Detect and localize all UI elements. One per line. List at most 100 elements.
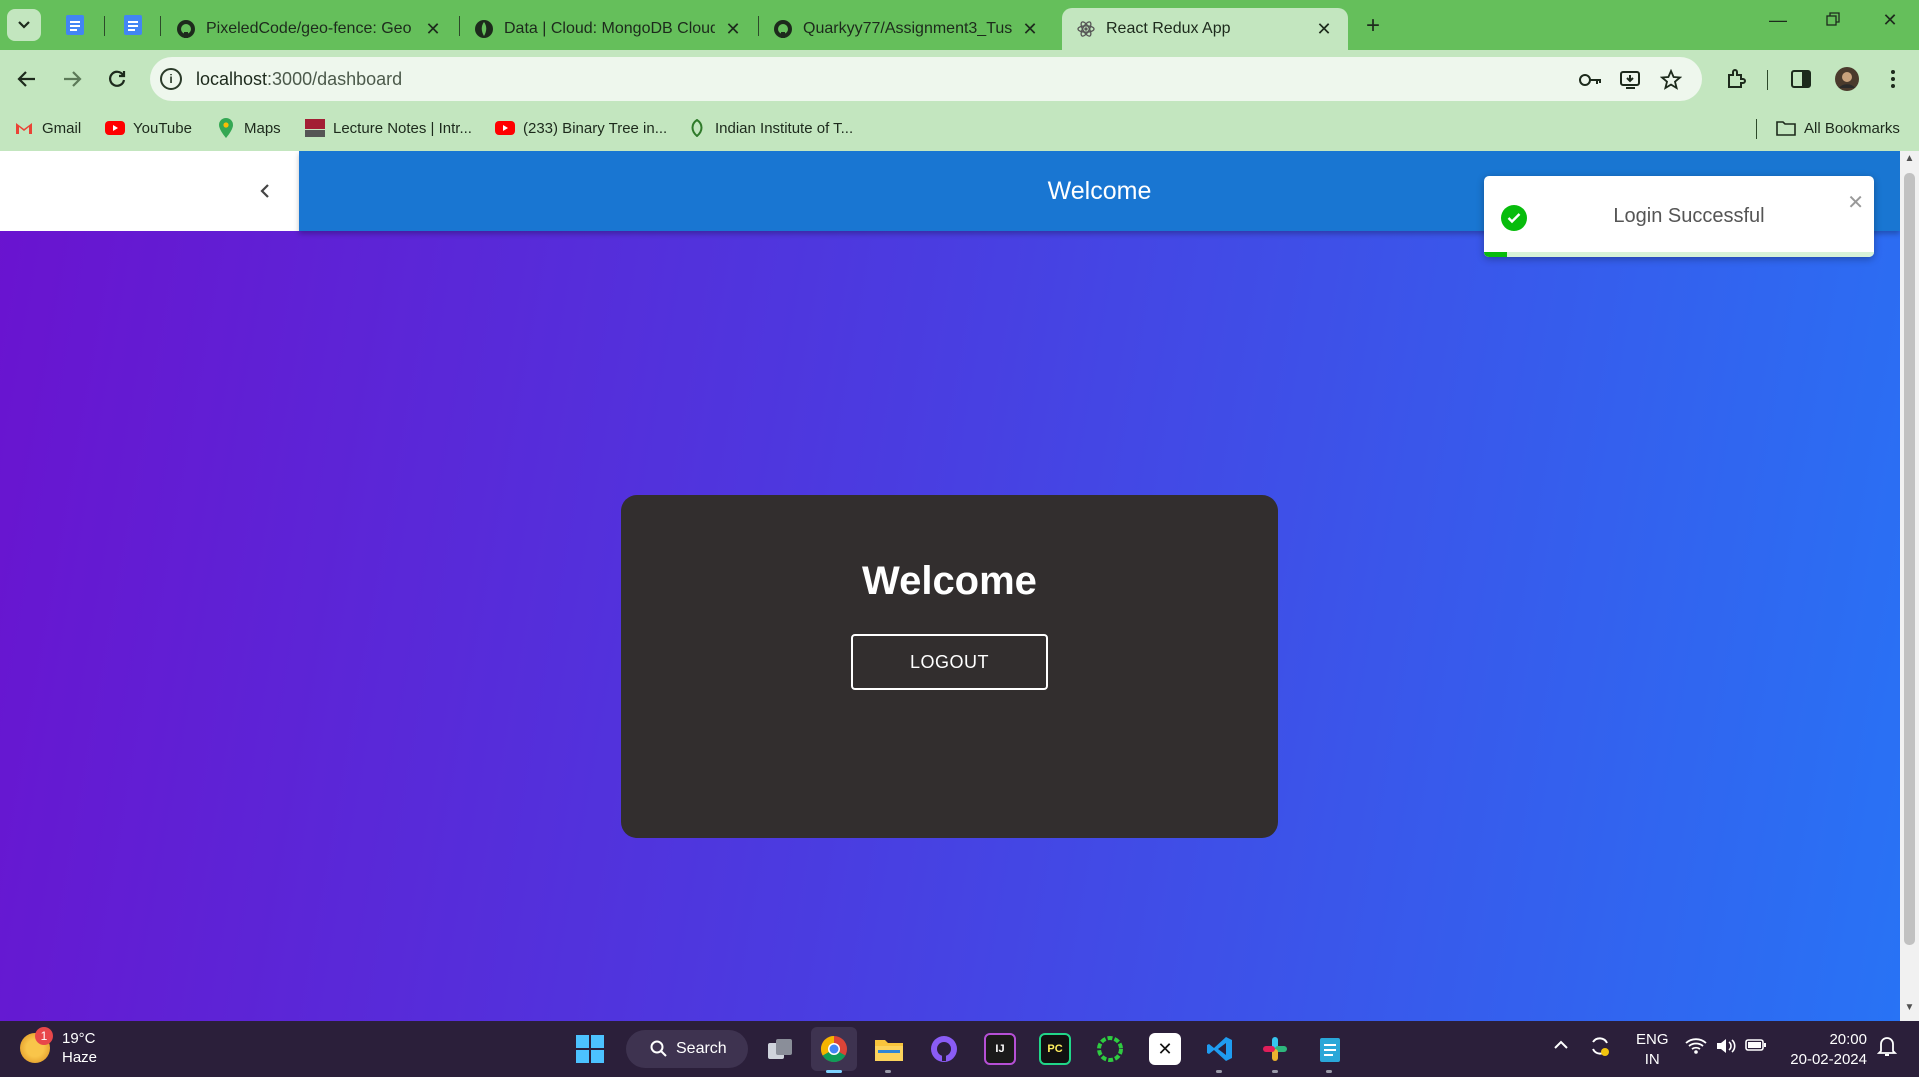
bookmark-gmail[interactable]: Gmail (14, 115, 81, 141)
bookmark-star-icon[interactable] (1658, 68, 1684, 92)
windows-taskbar: 1 19°C Haze Search IJ PC ✕ ENG IN 20:00 … (0, 1021, 1919, 1077)
close-tab-icon[interactable]: ✕ (1314, 19, 1334, 40)
collapse-sidebar-button[interactable] (253, 175, 277, 207)
chrome-icon[interactable] (818, 1033, 850, 1065)
wifi-icon[interactable] (1685, 1037, 1707, 1059)
bookmark-lecture-notes[interactable]: Lecture Notes | Intr... (305, 115, 472, 141)
scrollbar-thumb[interactable] (1904, 173, 1915, 945)
scroll-down-arrow-icon[interactable]: ▼ (1900, 1002, 1919, 1019)
arrow-left-icon (17, 71, 35, 87)
scroll-up-arrow-icon[interactable]: ▲ (1900, 153, 1919, 170)
install-app-icon[interactable] (1618, 68, 1644, 92)
reload-button[interactable] (100, 62, 134, 96)
close-tab-icon[interactable]: ✕ (1020, 19, 1040, 40)
language-code: ENG (1636, 1031, 1669, 1048)
pinned-tab-docs-2[interactable] (120, 12, 146, 38)
weather-temperature: 19°C (62, 1030, 96, 1047)
bookmark-iit[interactable]: Indian Institute of T... (687, 115, 853, 141)
all-bookmarks-button[interactable]: All Bookmarks (1776, 115, 1900, 141)
tab-assignment3[interactable]: Quarkyy77/Assignment3_Tusha ✕ (759, 8, 1054, 50)
language-indicator[interactable]: ENG IN (1636, 1030, 1669, 1070)
capcut-icon[interactable]: ✕ (1149, 1033, 1181, 1065)
check-circle-icon (1501, 205, 1527, 231)
chevron-up-icon[interactable] (1553, 1037, 1569, 1054)
slack-icon[interactable] (1259, 1033, 1291, 1065)
clock-time: 20:00 (1829, 1031, 1867, 1048)
tab-geo-fence[interactable]: PixeledCode/geo-fence: Geo Fe ✕ (162, 8, 457, 50)
bookmark-youtube[interactable]: YouTube (105, 115, 192, 141)
logout-button[interactable]: LOGOUT (851, 634, 1048, 690)
bookmark-label: Lecture Notes | Intr... (333, 119, 472, 137)
bookmark-binary-tree[interactable]: (233) Binary Tree in... (495, 115, 667, 141)
pycharm-icon[interactable]: PC (1039, 1033, 1071, 1065)
vscode-icon[interactable] (1204, 1033, 1236, 1065)
sync-icon[interactable] (1589, 1035, 1611, 1061)
youtube-icon (105, 119, 125, 137)
browser-toolbar: i localhost:3000/dashboard (0, 50, 1919, 107)
tab-react-redux-app[interactable]: React Redux App ✕ (1062, 8, 1348, 50)
forward-button[interactable] (55, 62, 89, 96)
app-viewport: Welcome Welcome LOGOUT Login Successful … (0, 151, 1900, 1021)
sidebar-header (0, 151, 299, 231)
notification-badge: 1 (35, 1027, 53, 1045)
tab-separator (160, 16, 161, 36)
side-panel-icon[interactable] (1788, 66, 1814, 92)
url-path: :3000/dashboard (267, 69, 403, 89)
close-tab-icon[interactable]: ✕ (423, 19, 443, 40)
bookmark-label: Indian Institute of T... (715, 119, 854, 137)
bookmark-label: Maps (244, 119, 281, 137)
taskbar-search[interactable]: Search (626, 1030, 748, 1068)
mit-ocw-icon (305, 119, 325, 137)
battery-icon[interactable] (1745, 1037, 1767, 1057)
minimize-button[interactable]: — (1766, 10, 1790, 31)
bookmarks-bar: Gmail YouTube Maps Lecture Notes | Intr.… (0, 107, 1919, 151)
tab-mongodb[interactable]: Data | Cloud: MongoDB Cloud ✕ (460, 8, 757, 50)
windows-logo-icon (591, 1035, 604, 1048)
tab-title: Quarkyy77/Assignment3_Tusha (803, 20, 1012, 37)
restore-button[interactable] (1821, 10, 1845, 31)
running-app-indicator (1216, 1070, 1222, 1073)
intellij-idea-icon[interactable]: IJ (984, 1033, 1016, 1065)
site-info-icon[interactable]: i (160, 68, 182, 90)
toolbar-separator (1767, 70, 1768, 90)
weather-widget[interactable]: 1 19°C Haze (20, 1027, 97, 1067)
url-text[interactable]: localhost:3000/dashboard (196, 69, 402, 90)
chevron-left-icon (260, 184, 269, 198)
tab-search-button[interactable] (7, 9, 41, 41)
task-view-icon[interactable] (764, 1033, 796, 1065)
all-bookmarks-label: All Bookmarks (1804, 119, 1900, 137)
address-bar[interactable]: i localhost:3000/dashboard (150, 57, 1702, 101)
gmail-icon (14, 119, 34, 137)
pinned-tab-docs-1[interactable] (62, 12, 88, 38)
file-explorer-icon[interactable] (873, 1033, 905, 1065)
close-toast-icon[interactable]: ✕ (1847, 190, 1864, 215)
windows-logo-icon (576, 1050, 589, 1063)
tab-title: PixeledCode/geo-fence: Geo Fe (206, 20, 415, 37)
profile-avatar[interactable] (1834, 66, 1860, 92)
page-scrollbar[interactable]: ▲ ▼ (1900, 151, 1919, 1021)
notepad-icon[interactable] (1314, 1033, 1346, 1065)
back-button[interactable] (10, 62, 44, 96)
windows-logo-icon (591, 1050, 604, 1063)
chrome-menu-icon[interactable] (1880, 66, 1906, 92)
maps-icon (216, 118, 236, 138)
start-button[interactable] (576, 1035, 604, 1063)
new-tab-button[interactable]: + (1360, 12, 1386, 40)
extensions-puzzle-icon[interactable] (1723, 66, 1749, 92)
close-window-button[interactable]: ✕ (1878, 10, 1902, 31)
tab-strip: PixeledCode/geo-fence: Geo Fe ✕ Data | C… (0, 0, 1919, 50)
bookmark-maps[interactable]: Maps (216, 115, 281, 141)
bookmark-label: Gmail (42, 119, 82, 137)
github-desktop-icon[interactable] (928, 1033, 960, 1065)
system-clock[interactable]: 20:00 20-02-2024 (1790, 1030, 1867, 1070)
password-key-icon[interactable] (1578, 68, 1604, 92)
success-toast[interactable]: Login Successful ✕ (1484, 176, 1874, 257)
tab-title: React Redux App (1106, 20, 1231, 37)
running-app-indicator (1326, 1070, 1332, 1073)
close-tab-icon[interactable]: ✕ (723, 19, 743, 40)
spinner-app-icon[interactable] (1094, 1033, 1126, 1065)
toast-progress-track (1484, 252, 1874, 257)
folder-icon (1776, 119, 1796, 137)
volume-icon[interactable] (1715, 1037, 1737, 1059)
notifications-bell-icon[interactable] (1876, 1035, 1898, 1061)
